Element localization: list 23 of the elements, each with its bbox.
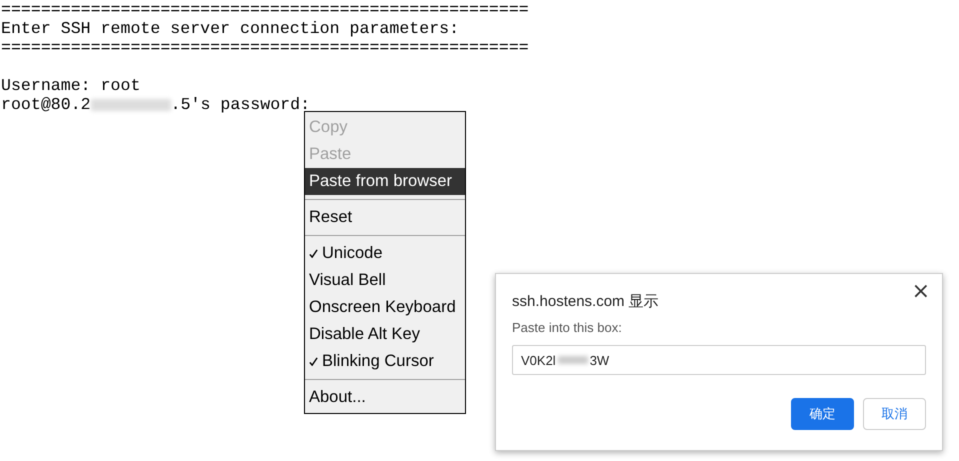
terminal-text: =====================================================: [1, 38, 529, 57]
field-value: 3W: [590, 352, 610, 368]
ok-button[interactable]: 确定: [791, 398, 854, 430]
redaction-mark: [558, 356, 588, 364]
close-button[interactable]: ×: [908, 282, 934, 302]
menu-item[interactable]: Paste from browser: [305, 168, 465, 195]
field-label: Paste into this box:: [512, 320, 623, 335]
menu-item[interactable]: Blinking Cursor: [305, 348, 465, 375]
menu-item[interactable]: Disable Alt Key: [305, 321, 465, 348]
terminal-text: root@80.2: [1, 95, 91, 114]
cancel-button[interactable]: 取消: [863, 398, 926, 430]
input-field[interactable]: V0K2l 3W: [512, 345, 926, 375]
terminal-text: Enter SSH remote server connection parameters:: [1, 19, 460, 38]
terminal-text: .5's password:: [170, 95, 310, 114]
menu-item[interactable]: Reset: [305, 204, 465, 231]
field-value: V0K2l: [521, 352, 556, 368]
menu-item[interactable]: About...: [305, 384, 465, 411]
dialog-title: ssh.hostens.com 显示: [512, 292, 660, 312]
menu-item[interactable]: Unicode: [305, 240, 465, 267]
terminal-text: =====================================================: [1, 0, 529, 19]
terminal-text: Username: root: [1, 76, 140, 95]
menu-item[interactable]: Onscreen Keyboard: [305, 294, 465, 321]
menu-item[interactable]: Visual Bell: [305, 267, 465, 294]
